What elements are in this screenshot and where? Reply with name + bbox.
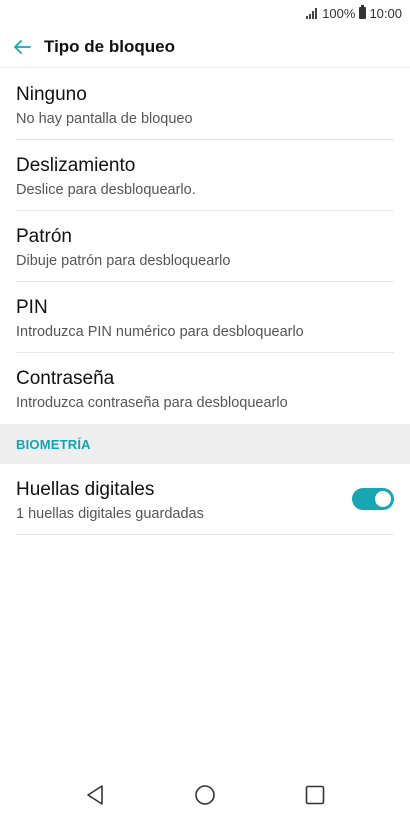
arrow-back-icon [14, 39, 31, 54]
option-subtitle: No hay pantalla de bloqueo [16, 111, 193, 127]
app-bar: Tipo de bloqueo [0, 26, 410, 68]
option-title: Ninguno [16, 84, 87, 105]
option-pin[interactable]: PIN Introduzca PIN numérico para desbloq… [0, 282, 410, 353]
option-subtitle: 1 huellas digitales guardadas [16, 506, 204, 522]
status-bar: 100% 10:00 [0, 0, 410, 26]
option-subtitle: Dibuje patrón para desbloquearlo [16, 253, 231, 269]
battery-icon [359, 5, 367, 19]
circle-home-icon [195, 785, 215, 805]
option-title: Patrón [16, 226, 72, 247]
option-none[interactable]: Ninguno No hay pantalla de bloqueo [0, 69, 410, 140]
lock-type-list: Ninguno No hay pantalla de bloqueo Desli… [0, 69, 410, 535]
option-subtitle: Introduzca contraseña para desbloquearlo [16, 395, 288, 411]
triangle-back-icon [87, 785, 103, 805]
navigation-bar [0, 770, 410, 820]
signal-icon [306, 7, 318, 19]
section-header-biometrics: BIOMETRÍA [0, 424, 410, 464]
option-fingerprints[interactable]: Huellas digitales 1 huellas digitales gu… [0, 464, 410, 535]
nav-recents-button[interactable] [260, 770, 370, 820]
page-title: Tipo de bloqueo [44, 36, 175, 56]
back-button[interactable] [0, 26, 44, 68]
option-subtitle: Deslice para desbloquearlo. [16, 182, 196, 198]
fingerprint-toggle[interactable] [352, 488, 394, 510]
nav-home-button[interactable] [150, 770, 260, 820]
option-title: Deslizamiento [16, 155, 136, 176]
square-recents-icon [305, 785, 325, 805]
option-swipe[interactable]: Deslizamiento Deslice para desbloquearlo… [0, 140, 410, 211]
option-pattern[interactable]: Patrón Dibuje patrón para desbloquearlo [0, 211, 410, 282]
toggle-knob [375, 491, 391, 507]
option-title: PIN [16, 297, 48, 318]
option-subtitle: Introduzca PIN numérico para desbloquear… [16, 324, 304, 340]
option-password[interactable]: Contraseña Introduzca contraseña para de… [0, 353, 410, 424]
nav-back-button[interactable] [40, 770, 150, 820]
clock: 10:00 [369, 5, 402, 21]
option-title: Huellas digitales [16, 479, 155, 500]
battery-percent: 100% [322, 5, 356, 21]
option-title: Contraseña [16, 368, 115, 389]
